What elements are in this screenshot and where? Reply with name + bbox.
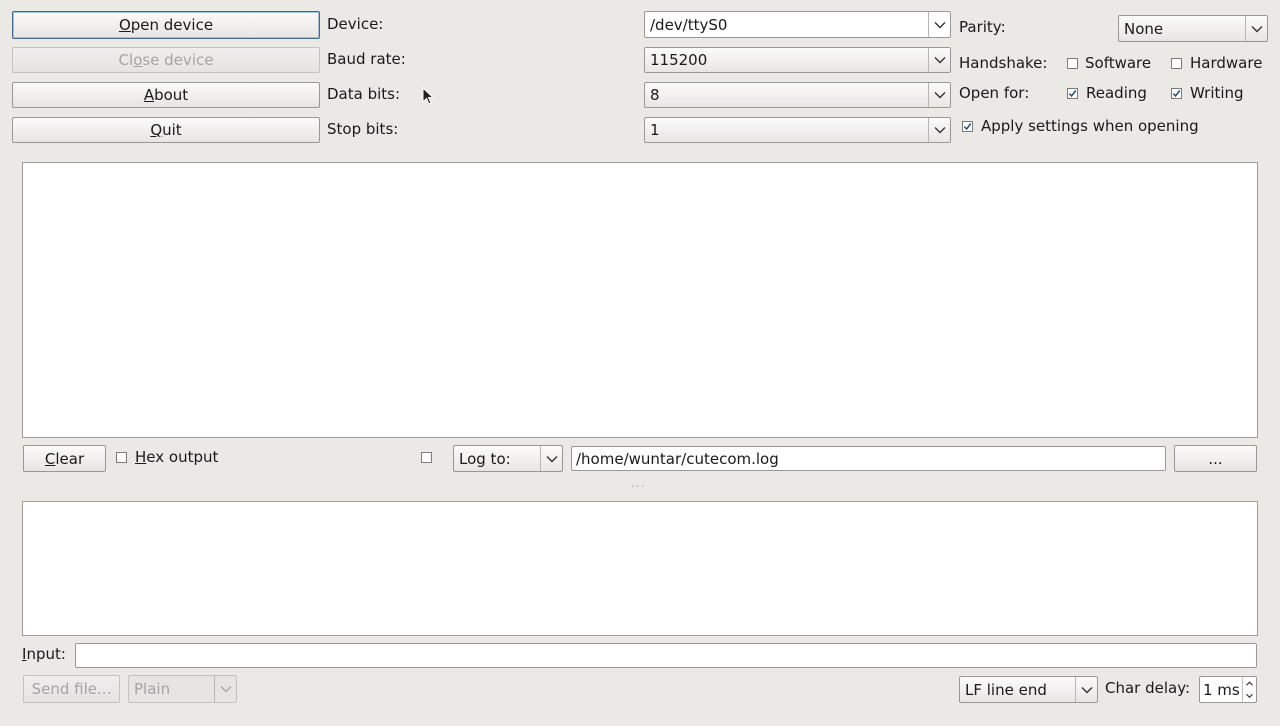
hardware-checkbox[interactable] — [1171, 58, 1182, 69]
chevron-up-icon[interactable] — [1243, 677, 1256, 690]
input-field[interactable] — [75, 643, 1257, 668]
send-file-button[interactable]: Send file... — [23, 675, 120, 703]
close-device-button[interactable]: Cl o se device — [12, 47, 320, 73]
software-checkbox[interactable] — [1067, 58, 1078, 69]
send-mode-value: Plain — [134, 680, 171, 698]
log-to-value: Log to: — [459, 449, 511, 468]
send-mode-combo[interactable]: Plain — [128, 675, 237, 703]
chevron-down-icon[interactable] — [928, 12, 950, 37]
check-icon — [1068, 90, 1077, 98]
apply-settings-checkbox[interactable] — [962, 121, 973, 132]
chevron-down-icon — [540, 446, 562, 471]
close-device-label-pre: Cl — [118, 51, 134, 69]
input-history-list[interactable] — [22, 501, 1258, 636]
quit-label-post: uit — [162, 121, 182, 139]
log-to-combo[interactable]: Log to: — [453, 445, 563, 472]
device-value[interactable]: /dev/ttyS0 — [650, 16, 928, 34]
data-bits-label: Data bits: — [327, 85, 401, 103]
data-bits-value: 8 — [650, 86, 660, 104]
writing-checkbox[interactable] — [1171, 88, 1182, 99]
char-delay-value[interactable]: 1 ms — [1203, 681, 1242, 699]
apply-settings-label[interactable]: Apply settings when opening — [981, 117, 1199, 135]
stop-bits-value: 1 — [650, 121, 660, 139]
parity-combo[interactable]: None — [1118, 15, 1268, 42]
stop-bits-combo[interactable]: 1 — [644, 117, 951, 143]
chevron-down-icon — [1245, 16, 1267, 41]
chevron-down-icon — [928, 118, 950, 142]
log-path-value[interactable]: /home/wuntar/cutecom.log — [576, 450, 779, 468]
close-device-mnemonic: o — [133, 51, 143, 69]
about-mnemonic: A — [143, 86, 155, 104]
hex-output-checkbox[interactable] — [116, 452, 127, 463]
clear-mnemonic: C — [44, 449, 56, 468]
line-end-value: LF line end — [965, 680, 1047, 699]
chevron-down-icon — [214, 676, 236, 702]
baud-rate-label: Baud rate: — [327, 50, 406, 68]
open-device-button[interactable]: Open device — [12, 11, 320, 39]
reading-checkbox[interactable] — [1067, 88, 1078, 99]
quit-button[interactable]: Quit — [12, 117, 320, 143]
about-label-post: bout — [154, 86, 189, 104]
char-delay-spinbox[interactable]: 1 ms — [1199, 676, 1257, 703]
parity-value: None — [1124, 19, 1164, 38]
hex-output-label-post: ex output — [146, 448, 219, 466]
line-end-combo[interactable]: LF line end — [959, 676, 1098, 703]
baud-rate-combo[interactable]: 115200 — [644, 47, 951, 73]
log-enable-checkbox[interactable] — [421, 452, 432, 463]
output-text-area[interactable] — [22, 162, 1258, 438]
check-icon — [963, 123, 972, 131]
chevron-down-icon[interactable] — [1243, 690, 1256, 703]
device-combo[interactable]: /dev/ttyS0 — [644, 11, 951, 38]
spin-buttons — [1242, 677, 1256, 702]
char-delay-label: Char delay: — [1105, 679, 1191, 697]
chevron-down-icon — [928, 83, 950, 107]
hex-output-mnemonic: H — [135, 448, 147, 466]
parity-label: Parity: — [959, 18, 1006, 36]
stop-bits-label: Stop bits: — [327, 120, 399, 138]
browse-label: ... — [1208, 449, 1223, 468]
writing-label[interactable]: Writing — [1190, 84, 1244, 102]
about-button[interactable]: About — [12, 82, 320, 108]
open-device-label-post: pen device — [130, 16, 214, 34]
quit-mnemonic: Q — [150, 121, 163, 139]
send-file-label: Send file... — [31, 680, 112, 698]
hex-output-label[interactable]: Hex output — [135, 448, 218, 466]
handshake-label: Handshake: — [959, 54, 1048, 72]
splitter-handle[interactable]: ... — [631, 476, 645, 490]
close-device-label-post: se device — [142, 51, 214, 69]
data-bits-combo[interactable]: 8 — [644, 82, 951, 108]
log-path-input[interactable]: /home/wuntar/cutecom.log — [571, 446, 1166, 471]
clear-label-post: lear — [55, 449, 85, 468]
check-icon — [1172, 90, 1181, 98]
mouse-pointer-icon — [422, 87, 434, 105]
reading-label[interactable]: Reading — [1086, 84, 1147, 102]
browse-log-button[interactable]: ... — [1174, 445, 1257, 472]
clear-button[interactable]: Clear — [23, 445, 106, 472]
chevron-down-icon — [928, 48, 950, 72]
input-label-post: nput: — [26, 645, 66, 663]
input-label: Input: — [22, 645, 66, 663]
device-label: Device: — [327, 15, 384, 33]
chevron-down-icon — [1075, 677, 1097, 702]
software-label[interactable]: Software — [1085, 54, 1151, 72]
hardware-label[interactable]: Hardware — [1190, 54, 1262, 72]
open-for-label: Open for: — [959, 84, 1030, 102]
baud-rate-value: 115200 — [650, 51, 708, 69]
open-device-mnemonic: O — [118, 16, 131, 34]
